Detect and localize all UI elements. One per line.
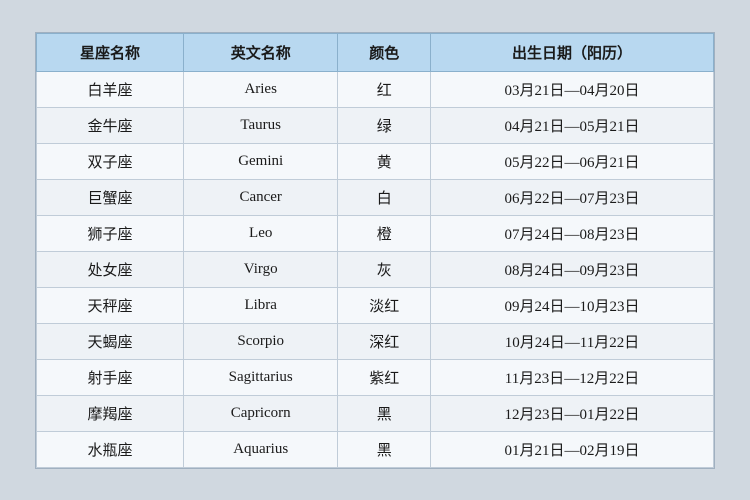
color-cell: 淡红	[338, 287, 431, 323]
chinese-name-cell: 双子座	[37, 143, 184, 179]
english-name-cell: Leo	[183, 215, 337, 251]
chinese-name-cell: 狮子座	[37, 215, 184, 251]
table-row: 水瓶座Aquarius黑01月21日—02月19日	[37, 431, 714, 467]
english-name-cell: Virgo	[183, 251, 337, 287]
color-cell: 橙	[338, 215, 431, 251]
table-row: 金牛座Taurus绿04月21日—05月21日	[37, 107, 714, 143]
header-color: 颜色	[338, 33, 431, 71]
dates-cell: 04月21日—05月21日	[430, 107, 713, 143]
table-row: 狮子座Leo橙07月24日—08月23日	[37, 215, 714, 251]
table-row: 双子座Gemini黄05月22日—06月21日	[37, 143, 714, 179]
dates-cell: 06月22日—07月23日	[430, 179, 713, 215]
color-cell: 白	[338, 179, 431, 215]
dates-cell: 11月23日—12月22日	[430, 359, 713, 395]
english-name-cell: Sagittarius	[183, 359, 337, 395]
color-cell: 绿	[338, 107, 431, 143]
zodiac-table-container: 星座名称 英文名称 颜色 出生日期（阳历） 白羊座Aries红03月21日—04…	[35, 32, 715, 469]
color-cell: 灰	[338, 251, 431, 287]
english-name-cell: Capricorn	[183, 395, 337, 431]
dates-cell: 10月24日—11月22日	[430, 323, 713, 359]
english-name-cell: Scorpio	[183, 323, 337, 359]
dates-cell: 01月21日—02月19日	[430, 431, 713, 467]
dates-cell: 07月24日—08月23日	[430, 215, 713, 251]
color-cell: 黑	[338, 395, 431, 431]
chinese-name-cell: 巨蟹座	[37, 179, 184, 215]
chinese-name-cell: 处女座	[37, 251, 184, 287]
header-english-name: 英文名称	[183, 33, 337, 71]
dates-cell: 03月21日—04月20日	[430, 71, 713, 107]
chinese-name-cell: 水瓶座	[37, 431, 184, 467]
table-row: 天蝎座Scorpio深红10月24日—11月22日	[37, 323, 714, 359]
dates-cell: 09月24日—10月23日	[430, 287, 713, 323]
table-row: 天秤座Libra淡红09月24日—10月23日	[37, 287, 714, 323]
chinese-name-cell: 天秤座	[37, 287, 184, 323]
english-name-cell: Gemini	[183, 143, 337, 179]
english-name-cell: Aquarius	[183, 431, 337, 467]
dates-cell: 08月24日—09月23日	[430, 251, 713, 287]
table-row: 处女座Virgo灰08月24日—09月23日	[37, 251, 714, 287]
table-row: 白羊座Aries红03月21日—04月20日	[37, 71, 714, 107]
table-body: 白羊座Aries红03月21日—04月20日金牛座Taurus绿04月21日—0…	[37, 71, 714, 467]
table-row: 射手座Sagittarius紫红11月23日—12月22日	[37, 359, 714, 395]
table-row: 巨蟹座Cancer白06月22日—07月23日	[37, 179, 714, 215]
header-chinese-name: 星座名称	[37, 33, 184, 71]
color-cell: 深红	[338, 323, 431, 359]
color-cell: 黑	[338, 431, 431, 467]
table-row: 摩羯座Capricorn黑12月23日—01月22日	[37, 395, 714, 431]
chinese-name-cell: 摩羯座	[37, 395, 184, 431]
english-name-cell: Aries	[183, 71, 337, 107]
color-cell: 红	[338, 71, 431, 107]
english-name-cell: Taurus	[183, 107, 337, 143]
chinese-name-cell: 射手座	[37, 359, 184, 395]
color-cell: 紫红	[338, 359, 431, 395]
chinese-name-cell: 金牛座	[37, 107, 184, 143]
chinese-name-cell: 白羊座	[37, 71, 184, 107]
chinese-name-cell: 天蝎座	[37, 323, 184, 359]
color-cell: 黄	[338, 143, 431, 179]
header-dates: 出生日期（阳历）	[430, 33, 713, 71]
english-name-cell: Libra	[183, 287, 337, 323]
table-header-row: 星座名称 英文名称 颜色 出生日期（阳历）	[37, 33, 714, 71]
zodiac-table: 星座名称 英文名称 颜色 出生日期（阳历） 白羊座Aries红03月21日—04…	[36, 33, 714, 468]
english-name-cell: Cancer	[183, 179, 337, 215]
dates-cell: 12月23日—01月22日	[430, 395, 713, 431]
dates-cell: 05月22日—06月21日	[430, 143, 713, 179]
